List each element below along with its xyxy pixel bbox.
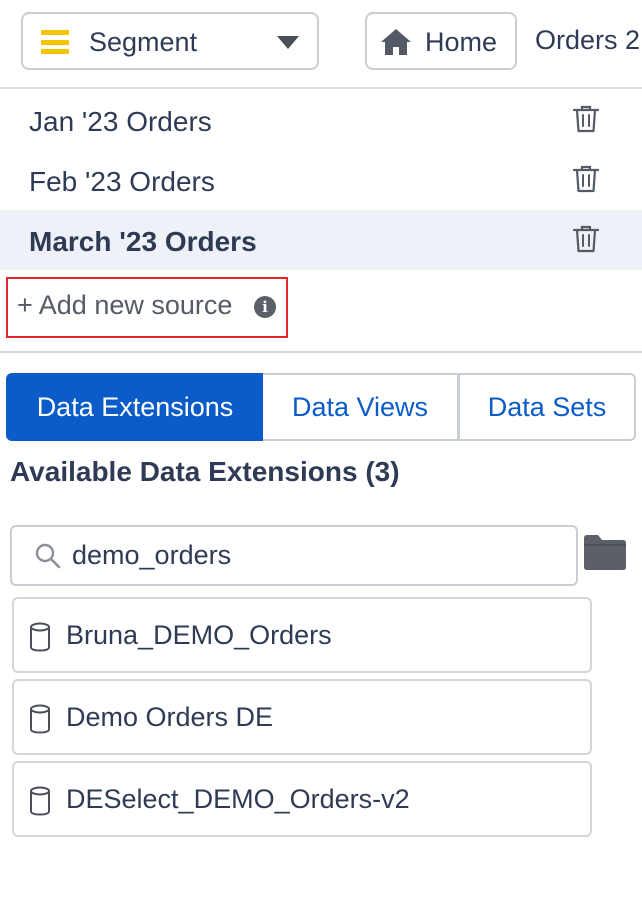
tab-label: Data Views <box>291 392 429 422</box>
info-icon[interactable]: i <box>254 296 276 318</box>
source-label: Jan '23 Orders <box>29 106 212 137</box>
database-icon <box>30 786 50 816</box>
section-title: Available Data Extensions (3) <box>10 456 400 487</box>
caret-down-icon <box>277 36 299 49</box>
tab-data-sets[interactable]: Data Sets <box>458 373 636 441</box>
folder-icon[interactable] <box>583 532 627 572</box>
breadcrumb[interactable]: Orders 2 <box>535 25 640 56</box>
trash-icon[interactable] <box>572 104 600 134</box>
segment-icon <box>41 30 69 54</box>
data-extension-label: Demo Orders DE <box>66 702 274 732</box>
search-input[interactable] <box>72 535 562 575</box>
tab-label: Data Sets <box>487 392 607 422</box>
tab-data-views[interactable]: Data Views <box>263 373 459 441</box>
segment-label: Segment <box>89 27 198 57</box>
source-row[interactable]: Jan '23 Orders <box>0 90 642 150</box>
source-label: Feb '23 Orders <box>29 166 215 197</box>
search-box[interactable] <box>10 525 578 586</box>
home-button[interactable]: Home <box>365 12 517 70</box>
segment-dropdown[interactable]: Segment <box>21 12 319 70</box>
search-icon <box>35 543 61 569</box>
source-row-active[interactable]: March '23 Orders <box>0 210 642 270</box>
database-icon <box>30 622 50 652</box>
divider <box>0 87 642 89</box>
data-extension-item[interactable]: DESelect_DEMO_Orders-v2 <box>12 761 592 837</box>
data-extension-item[interactable]: Demo Orders DE <box>12 679 592 755</box>
trash-icon[interactable] <box>572 224 600 254</box>
tab-label: Data Extensions <box>36 392 234 422</box>
source-label: March '23 Orders <box>29 226 257 257</box>
tab-data-extensions[interactable]: Data Extensions <box>6 373 264 441</box>
home-icon <box>381 29 411 55</box>
data-extension-item[interactable]: Bruna_DEMO_Orders <box>12 597 592 673</box>
home-label: Home <box>425 27 498 57</box>
database-icon <box>30 704 50 734</box>
data-extension-label: DESelect_DEMO_Orders-v2 <box>66 784 410 814</box>
add-new-source-label: + Add new source <box>17 290 233 320</box>
add-new-source-button[interactable]: + Add new source i <box>6 277 288 338</box>
source-row[interactable]: Feb '23 Orders <box>0 150 642 210</box>
divider <box>0 351 642 353</box>
trash-icon[interactable] <box>572 164 600 194</box>
data-extension-label: Bruna_DEMO_Orders <box>66 620 332 650</box>
